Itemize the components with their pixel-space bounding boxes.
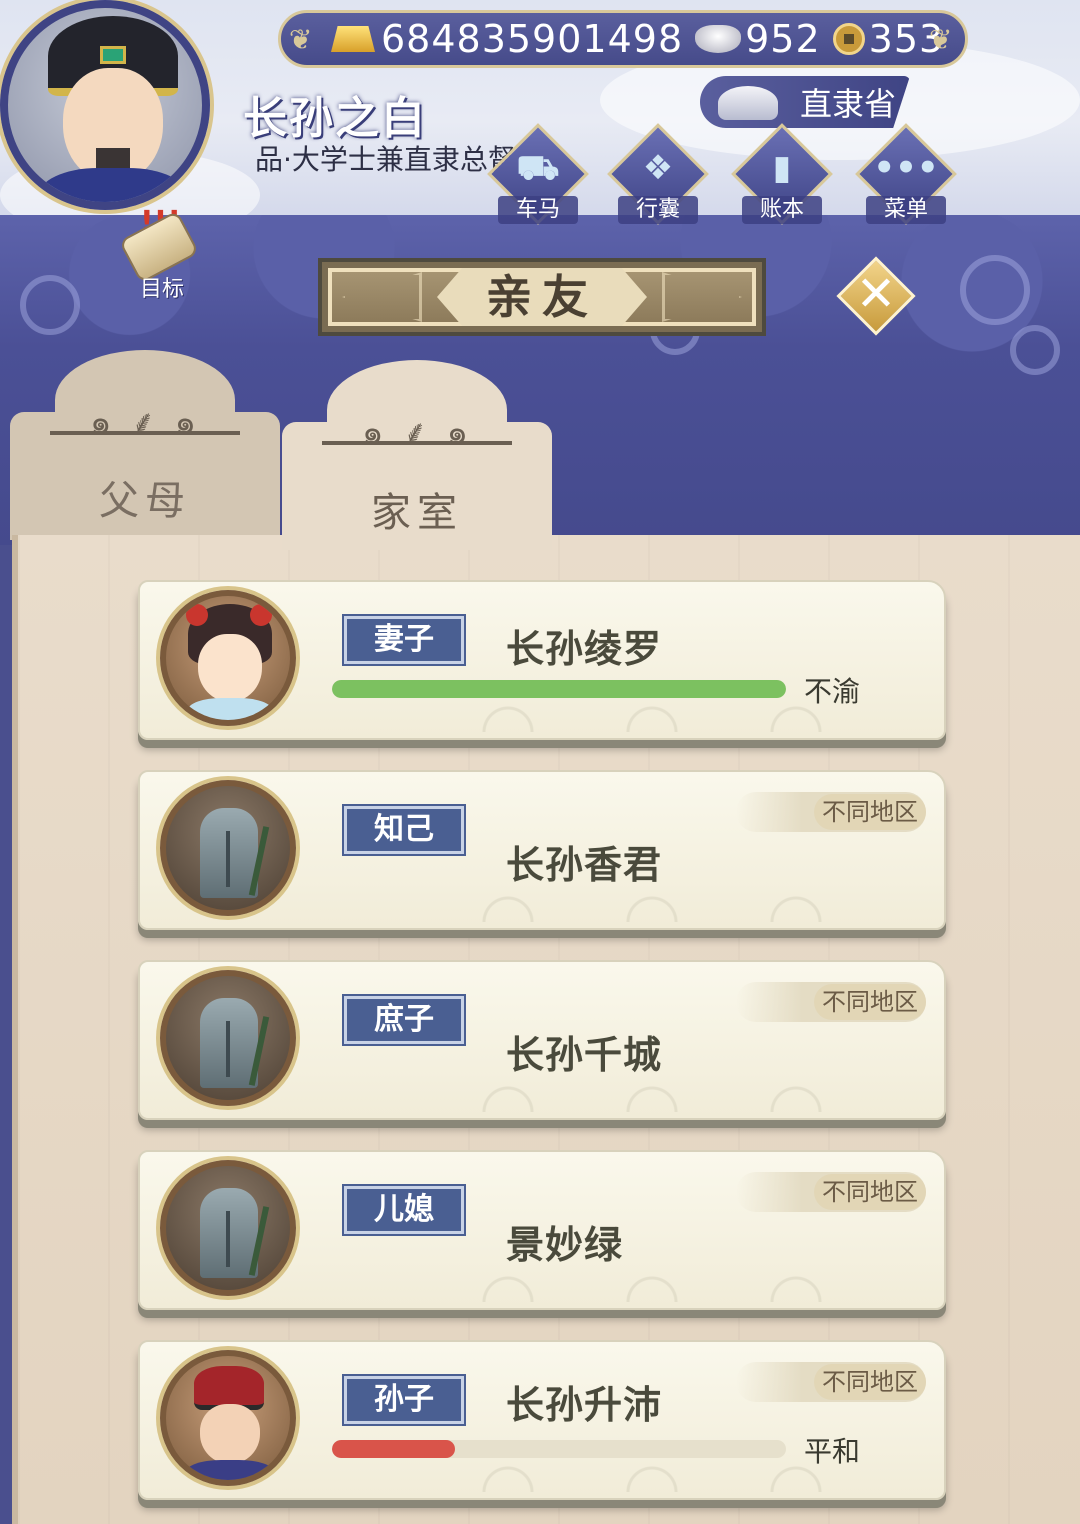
goal-label: 目标 <box>139 277 184 302</box>
mood-label: 平和 <box>804 1435 861 1468</box>
carriage-icon: ⛟ <box>516 148 560 188</box>
player-name: 长孙之白 <box>243 93 427 144</box>
copper-coin-icon <box>832 23 865 55</box>
menu-label: 账本 <box>742 196 822 224</box>
tab-label: 家室 <box>371 490 463 536</box>
region-badge: 不同地区 <box>736 792 926 832</box>
tab-family[interactable]: ๑ ⸙ ๑ 家室 <box>282 360 552 550</box>
menu-label: 菜单 <box>866 196 946 224</box>
relative-name: 长孙升沛 <box>506 1383 663 1427</box>
relative-name: 长孙千城 <box>506 1033 663 1077</box>
player-avatar[interactable] <box>0 0 210 210</box>
cloud-ornament-icon: ๑ ⸙ ๑ <box>322 405 512 453</box>
region-badge: 不同地区 <box>736 982 926 1022</box>
page-title: 亲友 <box>437 268 647 326</box>
relative-card-confidant[interactable]: 知己 长孙香君 不同地区 <box>138 770 946 930</box>
mood-bar <box>332 680 786 698</box>
relation-tag: 孙子 <box>344 1376 464 1424</box>
province-label: 直隶省 <box>800 85 897 123</box>
carriage-button[interactable]: ⛟ 车马 <box>487 123 589 232</box>
bundle-button[interactable]: ❖ 行囊 <box>607 123 709 232</box>
tombstone-portrait <box>160 780 296 916</box>
relative-name: 长孙绫罗 <box>506 627 663 671</box>
close-button[interactable]: ✕ <box>836 256 916 336</box>
relative-card-daughter-in-law[interactable]: 儿媳 景妙绿 不同地区 <box>138 1150 946 1310</box>
mood-bar <box>332 1440 786 1458</box>
silver-ingot-icon <box>695 25 742 53</box>
tab-label: 父母 <box>99 478 191 524</box>
player-title: 品·大学士兼直隶总督 <box>255 143 516 174</box>
menu-label: 车马 <box>498 196 578 224</box>
relative-name: 景妙绿 <box>506 1223 624 1267</box>
ledger-button[interactable]: ▮ 账本 <box>731 123 833 232</box>
resource-bar: ❦ 684835901498 952 353 ❦ <box>278 10 968 68</box>
goal-button[interactable]: !!! 目标 <box>112 205 208 302</box>
gold-ingot-icon <box>331 26 375 52</box>
tab-parents[interactable]: ๑ ⸙ ๑ 父母 <box>10 350 280 540</box>
silver-amount: 952 <box>745 17 821 61</box>
cloud-ornament-icon: ๑ ⸙ ๑ <box>50 395 240 443</box>
tombstone-portrait <box>160 970 296 1106</box>
relation-tag: 知己 <box>344 806 464 854</box>
relation-tag: 妻子 <box>344 616 464 664</box>
mood-label: 不渝 <box>804 675 861 708</box>
relative-card-grandson[interactable]: 孙子 长孙升沛 不同地区 平和 <box>138 1340 946 1500</box>
region-badge: 不同地区 <box>736 1362 926 1402</box>
relation-tag: 庶子 <box>344 996 464 1044</box>
province-button[interactable]: 直隶省 <box>700 76 910 128</box>
iron-icon <box>718 86 778 120</box>
grandson-portrait <box>160 1350 296 1486</box>
menu-label: 行囊 <box>618 196 698 224</box>
relation-tag: 儿媳 <box>344 1186 464 1234</box>
page-title-banner: 亲友 <box>318 258 766 336</box>
tombstone-portrait <box>160 1160 296 1296</box>
ledger-icon: ▮ <box>772 148 792 188</box>
gold-amount: 684835901498 <box>381 17 684 61</box>
bamboo-icon: ❦ <box>929 23 954 56</box>
relative-name: 长孙香君 <box>506 843 663 887</box>
wife-portrait <box>160 590 296 726</box>
region-badge: 不同地区 <box>736 1172 926 1212</box>
close-icon: ✕ <box>855 266 897 322</box>
menu-button[interactable]: ••• 菜单 <box>855 123 957 232</box>
bamboo-icon: ❦ <box>289 23 314 56</box>
relative-card-son[interactable]: 庶子 长孙千城 不同地区 <box>138 960 946 1120</box>
bundle-icon: ❖ <box>642 148 674 188</box>
menu-dots-icon: ••• <box>873 148 939 188</box>
relative-card-wife[interactable]: 妻子 长孙绫罗 不渝 <box>138 580 946 740</box>
